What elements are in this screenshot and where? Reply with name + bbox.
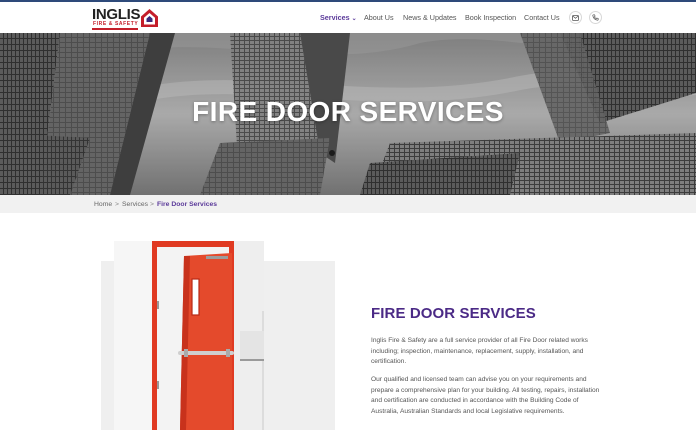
- hero-title: FIRE DOOR SERVICES: [192, 96, 504, 127]
- site-header: INGLIS FIRE & SAFETY Services ⌄ About Us …: [0, 2, 696, 33]
- nav-book-inspection[interactable]: Book Inspection: [465, 13, 516, 23]
- breadcrumb-separator: >: [115, 201, 119, 208]
- phone-button[interactable]: [589, 11, 602, 24]
- breadcrumb-separator: >: [150, 201, 154, 208]
- nav-services[interactable]: Services ⌄: [320, 13, 357, 24]
- breadcrumb-current: Fire Door Services: [157, 201, 218, 208]
- nav-about-us[interactable]: About Us: [364, 13, 394, 23]
- logo-wordmark: INGLIS: [92, 6, 141, 23]
- mail-icon: [572, 14, 579, 21]
- breadcrumb-home[interactable]: Home: [94, 200, 112, 209]
- logo-underline: [92, 28, 138, 30]
- nav-contact-us[interactable]: Contact Us: [524, 13, 560, 23]
- intro-paragraph: Inglis Fire & Safety are a full service …: [371, 337, 588, 365]
- hero-banner: FIRE DOOR SERVICES: [0, 33, 696, 195]
- logo-tagline: FIRE & SAFETY: [93, 21, 139, 27]
- phone-icon: [592, 14, 599, 21]
- section-title: FIRE DOOR SERVICES: [371, 305, 536, 322]
- breadcrumb-services[interactable]: Services: [122, 200, 148, 209]
- fire-door-photo: [114, 241, 264, 430]
- team-paragraph: Our qualified and licensed team can advi…: [371, 376, 600, 415]
- house-icon: [141, 9, 158, 27]
- inglis-logo[interactable]: INGLIS FIRE & SAFETY: [92, 7, 160, 30]
- breadcrumb: Home > Services > Fire Door Services: [0, 195, 696, 213]
- chevron-down-icon: ⌄: [351, 16, 357, 22]
- nav-news-updates[interactable]: News & Updates: [403, 13, 457, 23]
- fire-door-image: [114, 241, 264, 430]
- mail-button[interactable]: [569, 11, 582, 24]
